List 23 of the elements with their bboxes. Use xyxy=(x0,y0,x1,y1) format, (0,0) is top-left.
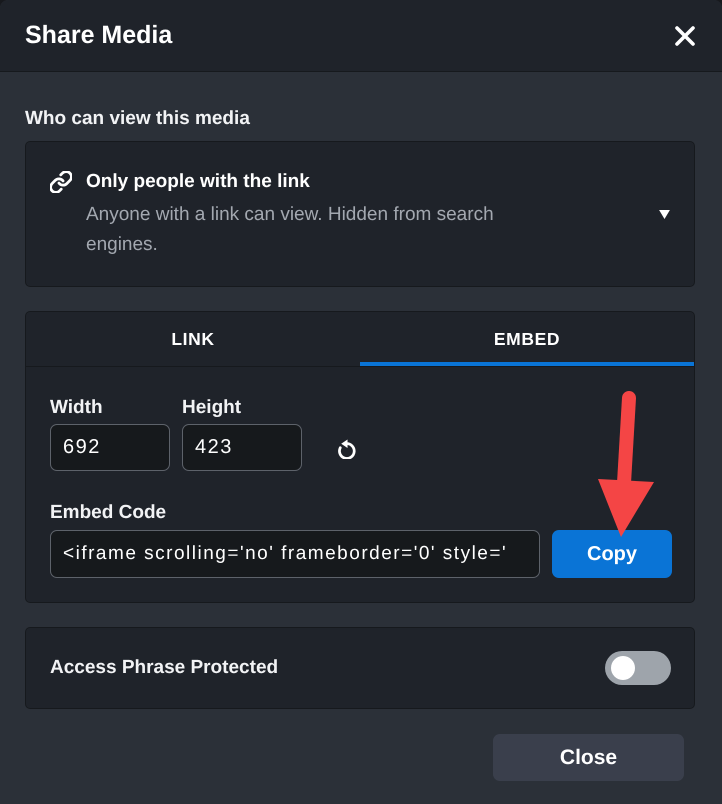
section-label: Who can view this media xyxy=(25,109,250,129)
tab[interactable]: EMBED xyxy=(360,312,694,366)
reset-button[interactable] xyxy=(338,439,356,459)
field-label: Height xyxy=(182,398,242,418)
link-icon xyxy=(50,171,72,193)
tab[interactable]: LINK xyxy=(26,312,360,366)
dialog-title: Share Media xyxy=(25,21,172,50)
close-button[interactable] xyxy=(675,26,695,46)
embed-code-field[interactable]: <iframe scrolling='no' frameborder='0' style=' xyxy=(50,530,540,578)
option-title: Only people with the link xyxy=(86,170,310,194)
toggle-switch[interactable] xyxy=(605,651,671,685)
option-description: Anyone with a link can view. Hidden from search engines. xyxy=(86,203,495,257)
circular-arrow-icon xyxy=(338,439,356,459)
visibility-dropdown[interactable]: Only people with the link Anyone with a link can view. Hidden from search engines. xyxy=(25,141,695,287)
copy-button[interactable]: Copy xyxy=(552,530,672,578)
access-phrase-label: Access Phrase Protected xyxy=(50,657,278,679)
close-button[interactable]: Close xyxy=(493,734,684,781)
field-label: Embed Code xyxy=(50,503,166,523)
close-icon xyxy=(675,26,695,46)
width-field[interactable]: 692 xyxy=(50,424,170,471)
caret-icon xyxy=(659,210,670,219)
height-field[interactable]: 423 xyxy=(182,424,302,471)
field-label: Width xyxy=(50,398,103,418)
